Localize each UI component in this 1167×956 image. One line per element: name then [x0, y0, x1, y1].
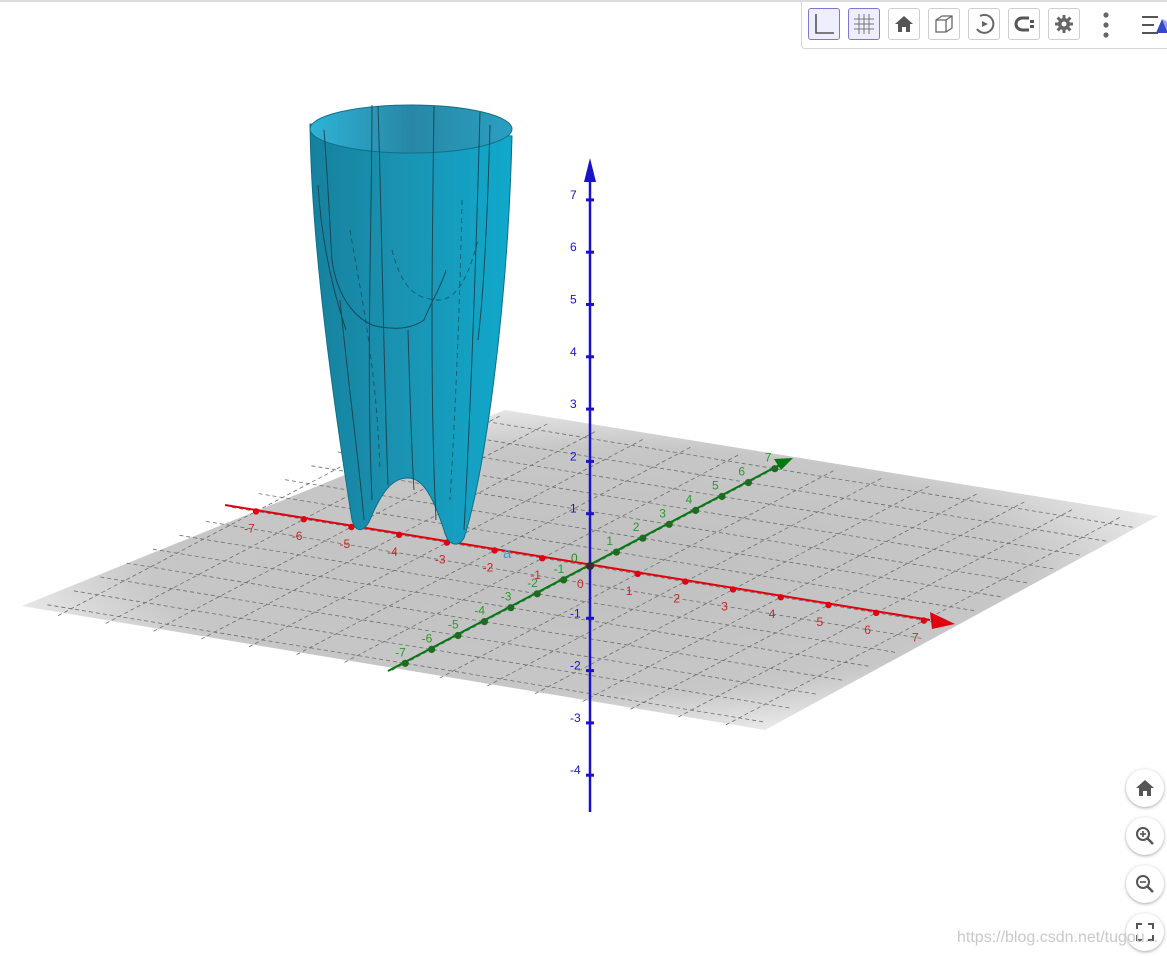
y-tick-mark — [744, 479, 753, 487]
axes-toggle-button[interactable] — [808, 8, 840, 40]
origin-label-y: 0 — [571, 551, 578, 565]
y-tick-label: 4 — [686, 492, 693, 506]
origin-label-x: 0 — [577, 577, 584, 591]
y-tick-mark — [454, 631, 462, 640]
y-tick-mark — [692, 506, 700, 514]
y-tick-label: 3 — [659, 506, 666, 520]
x-tick-mark — [682, 578, 689, 585]
z-tick-label: -3 — [570, 711, 581, 725]
watermark-text: https://blog.csdn.net/tugou... — [957, 929, 1159, 946]
more-menu-icon[interactable] — [1101, 10, 1111, 40]
x-tick-label: 5 — [817, 615, 824, 629]
y-tick-mark — [480, 618, 488, 626]
y-tick-mark — [639, 534, 647, 542]
home-icon — [1136, 780, 1154, 796]
zoom-in-icon — [1136, 827, 1154, 845]
standard-view-button[interactable] — [888, 8, 920, 40]
y-tick-mark — [507, 604, 515, 612]
origin-point — [586, 562, 594, 570]
x-tick-label: 7 — [912, 631, 919, 645]
rotate-icon — [976, 13, 995, 34]
y-tick-label: -4 — [474, 604, 485, 618]
x-tick-label: 3 — [721, 599, 728, 613]
x-tick-label: -5 — [340, 537, 351, 551]
surface-label: a — [503, 545, 512, 562]
projection-icon — [1014, 16, 1034, 32]
z-tick-label: -4 — [570, 763, 581, 777]
y-tick-label: 2 — [633, 520, 640, 534]
y-tick-label: 1 — [606, 534, 613, 548]
y-tick-mark — [718, 492, 726, 501]
y-tick-mark — [401, 659, 409, 667]
x-tick-mark — [491, 547, 498, 554]
z-tick-label: 2 — [570, 449, 577, 463]
y-tick-mark — [771, 465, 779, 473]
y-tick-label: -5 — [448, 618, 459, 632]
z-tick-label: 4 — [570, 345, 577, 359]
x-tick-mark — [777, 594, 784, 601]
x-tick-mark — [634, 570, 641, 577]
x-tick-label: -6 — [292, 529, 303, 543]
x-tick-label: 1 — [626, 584, 633, 598]
y-tick-mark — [533, 590, 541, 598]
y-tick-label: -3 — [501, 590, 512, 604]
style-bar-toggle-icon[interactable] — [1140, 13, 1167, 39]
z-tick-label: 3 — [570, 397, 577, 411]
y-tick-label: -1 — [554, 562, 565, 576]
y-tick-mark — [560, 576, 568, 584]
y-tick-label: 7 — [765, 451, 772, 465]
graphics-toolbar — [801, 2, 1167, 49]
x-tick-label: -3 — [435, 553, 446, 567]
z-tick-label: 7 — [570, 188, 577, 202]
projection-button[interactable] — [1008, 8, 1040, 40]
grid-toggle-button[interactable] — [848, 8, 880, 40]
x-tick-label: -4 — [387, 545, 398, 559]
z-tick-label: 5 — [570, 293, 577, 307]
zoom-out-button[interactable] — [1126, 865, 1164, 903]
z-tick-label: 1 — [570, 502, 577, 516]
view-in-front-button[interactable] — [928, 8, 960, 40]
x-tick-mark — [396, 531, 403, 538]
settings-button[interactable] — [1048, 8, 1080, 40]
x-tick-mark — [252, 508, 260, 515]
y-tick-label: -7 — [395, 645, 406, 659]
y-tick-mark — [428, 645, 436, 654]
gear-icon — [1055, 15, 1073, 33]
y-tick-label: -2 — [527, 576, 538, 590]
cube-icon — [935, 15, 953, 33]
zoom-out-icon — [1136, 875, 1154, 893]
z-tick-label: -2 — [570, 659, 581, 673]
z-tick-label: 6 — [570, 240, 577, 254]
x-tick-mark — [729, 586, 737, 593]
x-tick-label: 6 — [864, 623, 871, 637]
x-tick-mark — [825, 601, 832, 609]
x-tick-mark — [539, 555, 546, 562]
standard-view-fab[interactable] — [1126, 769, 1164, 807]
x-tick-label: 2 — [673, 592, 680, 606]
x-tick-mark — [300, 516, 307, 523]
grid-icon — [854, 14, 874, 34]
x-tick-mark — [920, 617, 928, 624]
x-tick-mark — [873, 609, 880, 616]
z-tick-label: -1 — [570, 606, 581, 620]
y-tick-label: 5 — [712, 479, 719, 493]
x-tick-label: 4 — [769, 607, 776, 621]
y-tick-label: 6 — [738, 465, 745, 479]
y-tick-mark — [612, 548, 621, 556]
z-axis-arrow — [584, 158, 596, 182]
graphics-3d-view[interactable]: -7 -6 -5 -4 -3 -2 -1 1 2 3 4 5 6 7 -7 -6 -5 -4 -3 -2 -1 1 2 3 4… — [0, 0, 1167, 956]
home-icon — [895, 16, 913, 32]
zoom-in-button[interactable] — [1126, 817, 1164, 855]
axes-icon — [815, 14, 834, 34]
y-tick-mark — [665, 520, 673, 528]
rotate-view-button[interactable] — [968, 8, 1000, 40]
y-tick-label: -6 — [422, 631, 433, 645]
x-tick-label: -2 — [483, 560, 494, 574]
x-tick-label: -7 — [244, 521, 255, 535]
